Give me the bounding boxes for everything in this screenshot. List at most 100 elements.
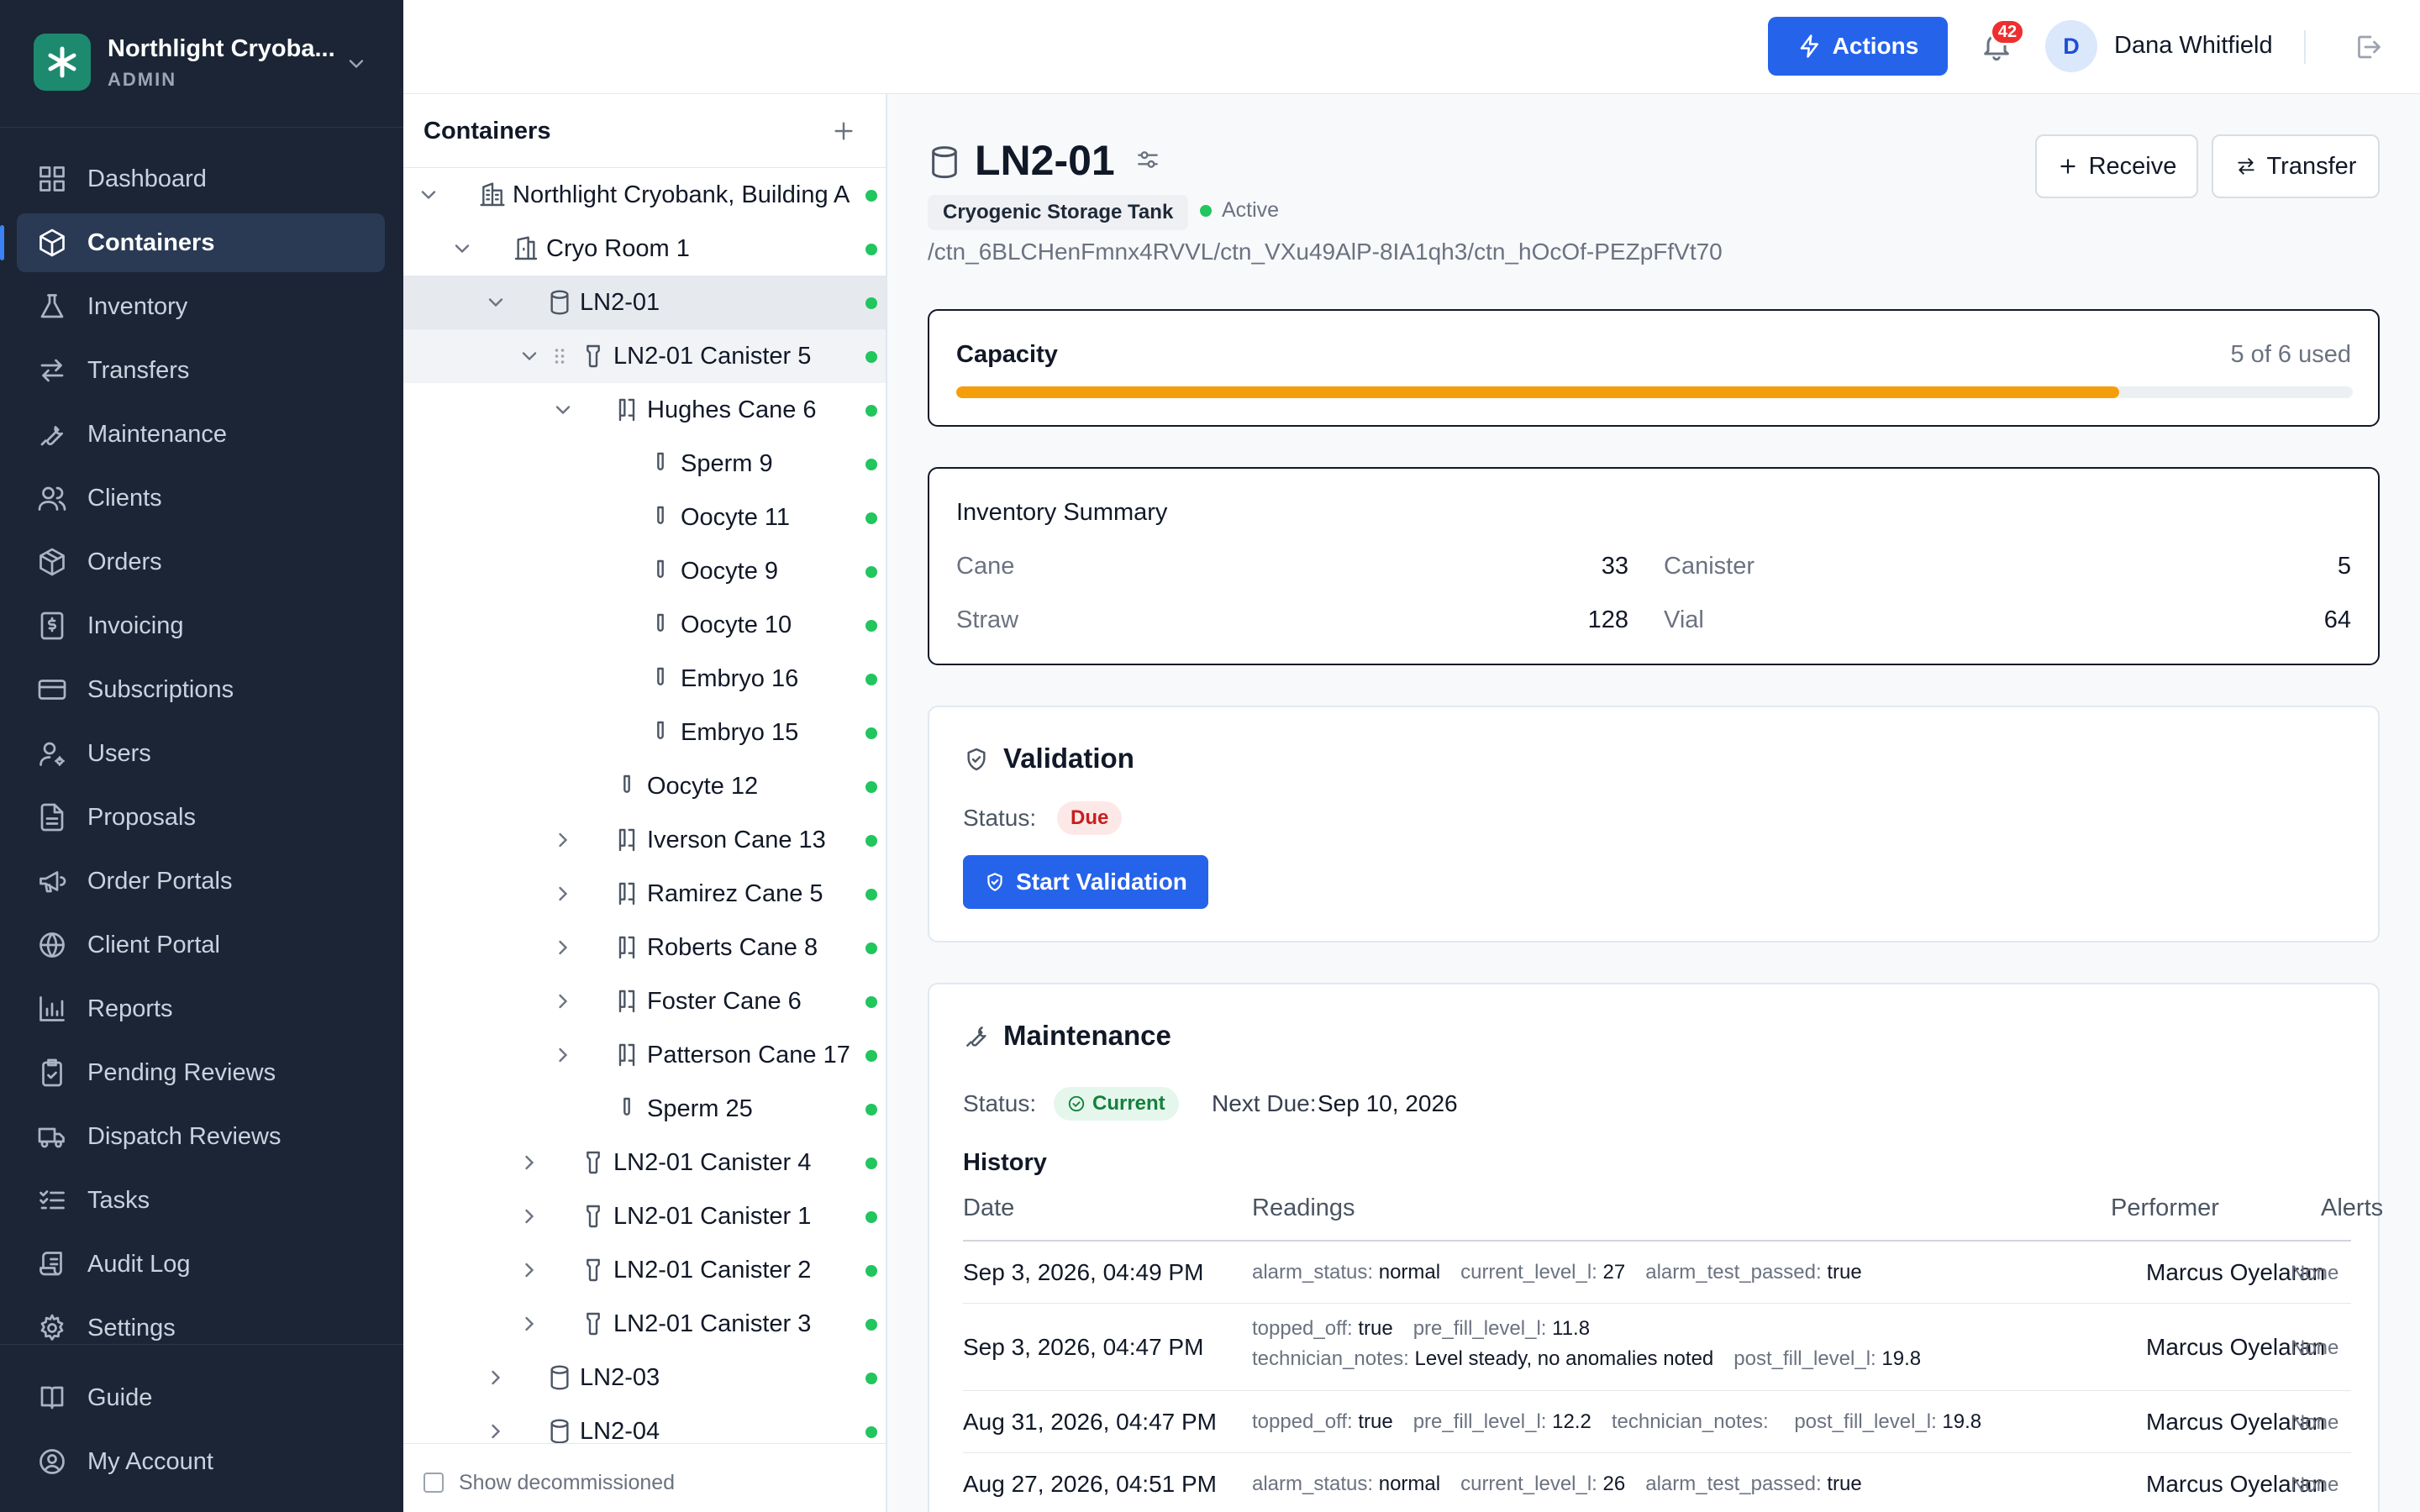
sidebar-item-users[interactable]: Users [17, 724, 385, 783]
sidebar-item-pending-reviews[interactable]: Pending Reviews [17, 1043, 385, 1102]
sidebar-item-proposals[interactable]: Proposals [17, 788, 385, 847]
sidebar-item-order-portals[interactable]: Order Portals [17, 852, 385, 911]
chevron-right-icon[interactable] [551, 936, 575, 959]
invoice-icon [40, 612, 64, 640]
chevron-right-icon[interactable] [484, 1366, 508, 1389]
tree-node[interactable]: Oocyte 10 [403, 598, 886, 652]
sidebar-item-label: Reports [87, 995, 173, 1022]
chevron-right-icon[interactable] [518, 1205, 541, 1228]
chevron-down-icon[interactable] [551, 398, 575, 422]
tree-node[interactable]: Oocyte 11 [403, 491, 886, 544]
table-row[interactable]: Sep 3, 2026, 04:47 PM topped_off: true pre… [963, 1304, 2351, 1391]
tree-node[interactable]: Oocyte 9 [403, 544, 886, 598]
chevron-right-icon[interactable] [484, 1420, 508, 1443]
straw-icon [657, 721, 664, 739]
tree-node[interactable]: LN2-01 Canister 2 [403, 1243, 886, 1297]
tree-node[interactable]: Embryo 16 [403, 652, 886, 706]
tree-node[interactable]: Northlight Cryobank, Building A [403, 168, 886, 222]
adjust-settings-icon[interactable] [1134, 146, 1161, 173]
tree-node[interactable]: Ramirez Cane 5 [403, 867, 886, 921]
sidebar-item-tasks[interactable]: Tasks [17, 1171, 385, 1230]
chevron-right-icon[interactable] [551, 990, 575, 1013]
sidebar-item-containers[interactable]: Containers [0, 213, 385, 272]
sidebar-item-label: Audit Log [87, 1250, 191, 1278]
tree-node[interactable]: Sperm 25 [403, 1082, 886, 1136]
package-icon [39, 548, 65, 576]
straw-icon [623, 774, 630, 793]
tree-node[interactable]: Cryo Room 1 [403, 222, 886, 276]
transfer-button[interactable]: Transfer [2212, 134, 2380, 198]
tree-node[interactable]: LN2-01 [403, 276, 886, 329]
top-bar: Actions 42 D Dana Whitfield [403, 0, 2420, 94]
status-badge: Active [1200, 198, 1279, 223]
column-header-performer: Performer [2111, 1194, 2219, 1221]
show-decommissioned-label[interactable]: Show decommissioned [459, 1471, 675, 1495]
sidebar-item-reports[interactable]: Reports [17, 979, 385, 1038]
chevron-right-icon[interactable] [551, 828, 575, 852]
tree-node-label: LN2-01 Canister 2 [613, 1257, 812, 1284]
sidebar-item-maintenance[interactable]: Maintenance [17, 405, 385, 464]
show-decommissioned-checkbox[interactable] [424, 1473, 444, 1493]
sidebar-item-my-account[interactable]: My Account [17, 1432, 385, 1491]
brand-logo-icon [34, 34, 91, 91]
sidebar-item-client-portal[interactable]: Client Portal [17, 916, 385, 974]
sidebar-item-inventory[interactable]: Inventory [17, 277, 385, 336]
sidebar-item-label: Maintenance [87, 420, 228, 448]
tree-node[interactable]: Hughes Cane 6 [403, 383, 886, 437]
table-row[interactable]: Aug 27, 2026, 04:51 PM alarm_status: norm… [963, 1453, 2351, 1512]
table-row[interactable]: Sep 3, 2026, 04:49 PM alarm_status: norma… [963, 1242, 2351, 1304]
sidebar-item-label: Client Portal [87, 931, 220, 958]
avatar[interactable]: D [2045, 20, 2097, 72]
tree-node[interactable]: Roberts Cane 8 [403, 921, 886, 974]
sidebar-item-settings[interactable]: Settings [17, 1299, 385, 1357]
tree-node[interactable]: LN2-01 Canister 3 [403, 1297, 886, 1351]
tree-node[interactable]: Sperm 9 [403, 437, 886, 491]
tree-node[interactable]: Iverson Cane 13 [403, 813, 886, 867]
tree-node[interactable]: Oocyte 12 [403, 759, 886, 813]
chevron-right-icon[interactable] [551, 882, 575, 906]
sidebar-item-invoicing[interactable]: Invoicing [17, 596, 385, 655]
tree-node[interactable]: Patterson Cane 17 [403, 1028, 886, 1082]
tree-node[interactable]: LN2-03 [403, 1351, 886, 1404]
start-validation-button[interactable]: Start Validation [963, 855, 1208, 909]
logout-icon[interactable] [2353, 32, 2383, 62]
chevron-down-icon[interactable] [484, 291, 508, 314]
reading-value: normal [1378, 1473, 1441, 1495]
tree-node[interactable]: LN2-01 Canister 1 [403, 1189, 886, 1243]
sidebar-item-dispatch-reviews[interactable]: Dispatch Reviews [17, 1107, 385, 1166]
chevron-down-icon[interactable] [518, 344, 541, 368]
cane-icon [618, 1043, 635, 1067]
tree-node[interactable]: LN2-01 Canister 4 [403, 1136, 886, 1189]
sidebar-item-clients[interactable]: Clients [17, 469, 385, 528]
org-name: Northlight Cryoba... [108, 35, 335, 62]
chevron-right-icon[interactable] [551, 1043, 575, 1067]
inventory-summary-title: Inventory Summary [956, 499, 1168, 526]
sidebar-item-audit-log[interactable]: Audit Log [17, 1235, 385, 1294]
chevron-right-icon[interactable] [518, 1151, 541, 1174]
sidebar-item-orders[interactable]: Orders [17, 533, 385, 591]
sidebar-item-transfers[interactable]: Transfers [17, 341, 385, 400]
org-switcher[interactable]: Northlight Cryoba... ADMIN [0, 0, 403, 128]
receive-button[interactable]: Receive [2035, 134, 2198, 198]
drag-handle-icon[interactable] [548, 344, 571, 368]
user-name[interactable]: Dana Whitfield [2114, 32, 2273, 60]
tree-node-label: Northlight Cryobank, Building A [513, 181, 850, 208]
sidebar-item-dashboard[interactable]: Dashboard [17, 150, 385, 208]
sidebar-item-guide[interactable]: Guide [17, 1368, 385, 1427]
actions-button[interactable]: Actions [1768, 17, 1948, 76]
chevron-right-icon[interactable] [518, 1312, 541, 1336]
add-container-icon[interactable] [830, 118, 857, 144]
sidebar-item-subscriptions[interactable]: Subscriptions [17, 660, 385, 719]
status-dot [865, 1426, 877, 1438]
tree-node[interactable]: Foster Cane 6 [403, 974, 886, 1028]
sidebar-item-label: Clients [87, 484, 162, 512]
chevron-down-icon[interactable] [450, 237, 474, 260]
chevron-right-icon[interactable] [518, 1258, 541, 1282]
table-row[interactable]: Aug 31, 2026, 04:47 PM topped_off: true pr… [963, 1391, 2351, 1453]
tree-node[interactable]: LN2-01 Canister 5 [403, 329, 886, 383]
cane-icon [618, 828, 635, 852]
cane-icon [618, 990, 635, 1013]
tree-node[interactable]: Embryo 15 [403, 706, 886, 759]
tree-node-label: LN2-01 Canister 3 [613, 1310, 812, 1337]
chevron-down-icon[interactable] [417, 183, 440, 207]
